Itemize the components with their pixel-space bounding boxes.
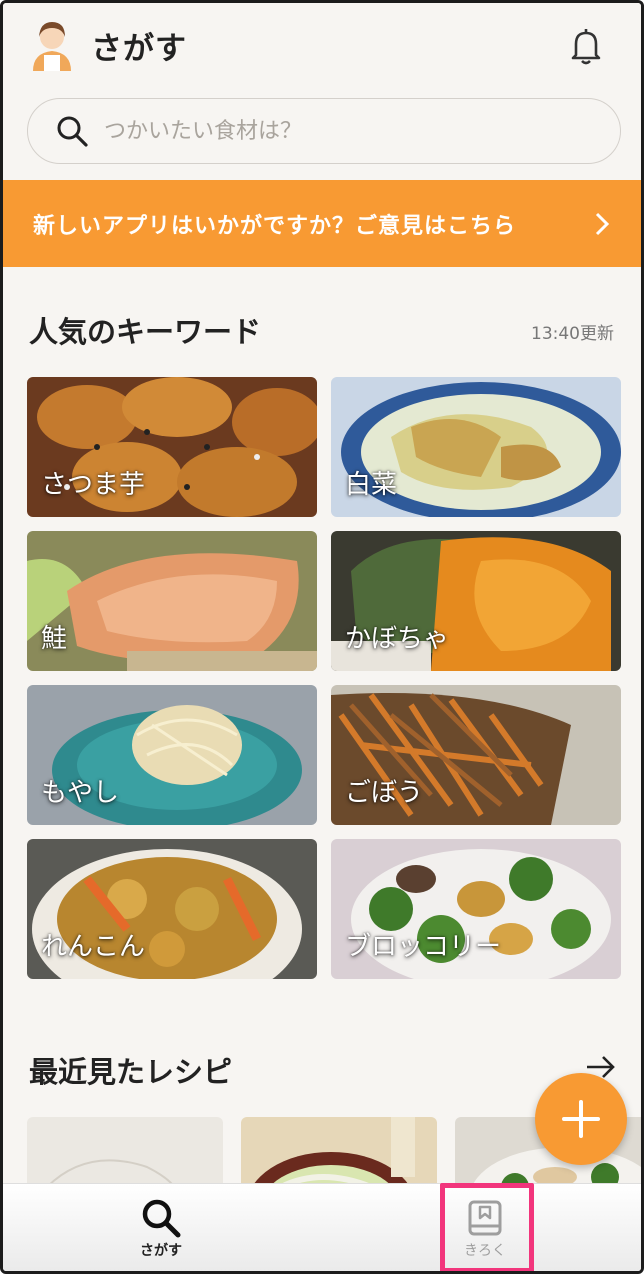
- tab-search-label: さがす: [140, 1243, 182, 1259]
- bell-icon[interactable]: [568, 27, 604, 65]
- tab-search[interactable]: さがす: [61, 1184, 261, 1271]
- keyword-card-burdock[interactable]: ごぼう: [331, 685, 621, 825]
- keyword-card-sweet-potato[interactable]: さつま芋: [27, 377, 317, 517]
- page-title: さがす: [91, 31, 187, 67]
- keyword-label: れんこん: [41, 932, 146, 962]
- keyword-card-napa-cabbage[interactable]: 白菜: [331, 377, 621, 517]
- keyword-label: さつま芋: [41, 470, 146, 500]
- keyword-card-salmon[interactable]: 鮭: [27, 531, 317, 671]
- banner-text: 新しいアプリはいかがですか？ご意見はこちら: [33, 214, 517, 239]
- keyword-label: かぼちゃ: [345, 624, 450, 654]
- bottom-tab-bar: さがす きろく: [3, 1183, 641, 1271]
- feedback-banner[interactable]: 新しいアプリはいかがですか？ご意見はこちら: [3, 180, 641, 267]
- search-bar[interactable]: [27, 98, 621, 164]
- keyword-label: ごぼう: [345, 778, 424, 808]
- popular-keywords-title: 人気のキーワード: [29, 315, 262, 349]
- keyword-card-lotus-root[interactable]: れんこん: [27, 839, 317, 979]
- chevron-right-icon: [595, 212, 610, 236]
- search-icon: [57, 116, 88, 147]
- updated-time: 13:40更新: [531, 324, 614, 344]
- keyword-label: もやし: [41, 778, 120, 808]
- keyword-label: 白菜: [345, 470, 398, 500]
- plus-icon: [562, 1100, 600, 1138]
- keyword-label: 鮭: [41, 624, 68, 654]
- keyword-card-pumpkin[interactable]: かぼちゃ: [331, 531, 621, 671]
- keyword-label: ブロッコリー: [345, 932, 502, 962]
- search-icon: [142, 1199, 181, 1238]
- app-screen: さがす 新しいアプリはいかがですか？ご意見はこちら 人気のキーワード 13:40…: [0, 0, 644, 1274]
- recent-recipes-title: 最近見たレシピ: [29, 1055, 233, 1089]
- search-input[interactable]: [104, 111, 604, 151]
- header: さがす: [3, 3, 641, 89]
- add-recipe-button[interactable]: [535, 1073, 627, 1165]
- keyword-card-bean-sprouts[interactable]: もやし: [27, 685, 317, 825]
- salmon-photo: [27, 531, 317, 671]
- keyword-card-broccoli[interactable]: ブロッコリー: [331, 839, 621, 979]
- highlight-box: [440, 1183, 534, 1271]
- user-avatar-icon[interactable]: [29, 17, 75, 71]
